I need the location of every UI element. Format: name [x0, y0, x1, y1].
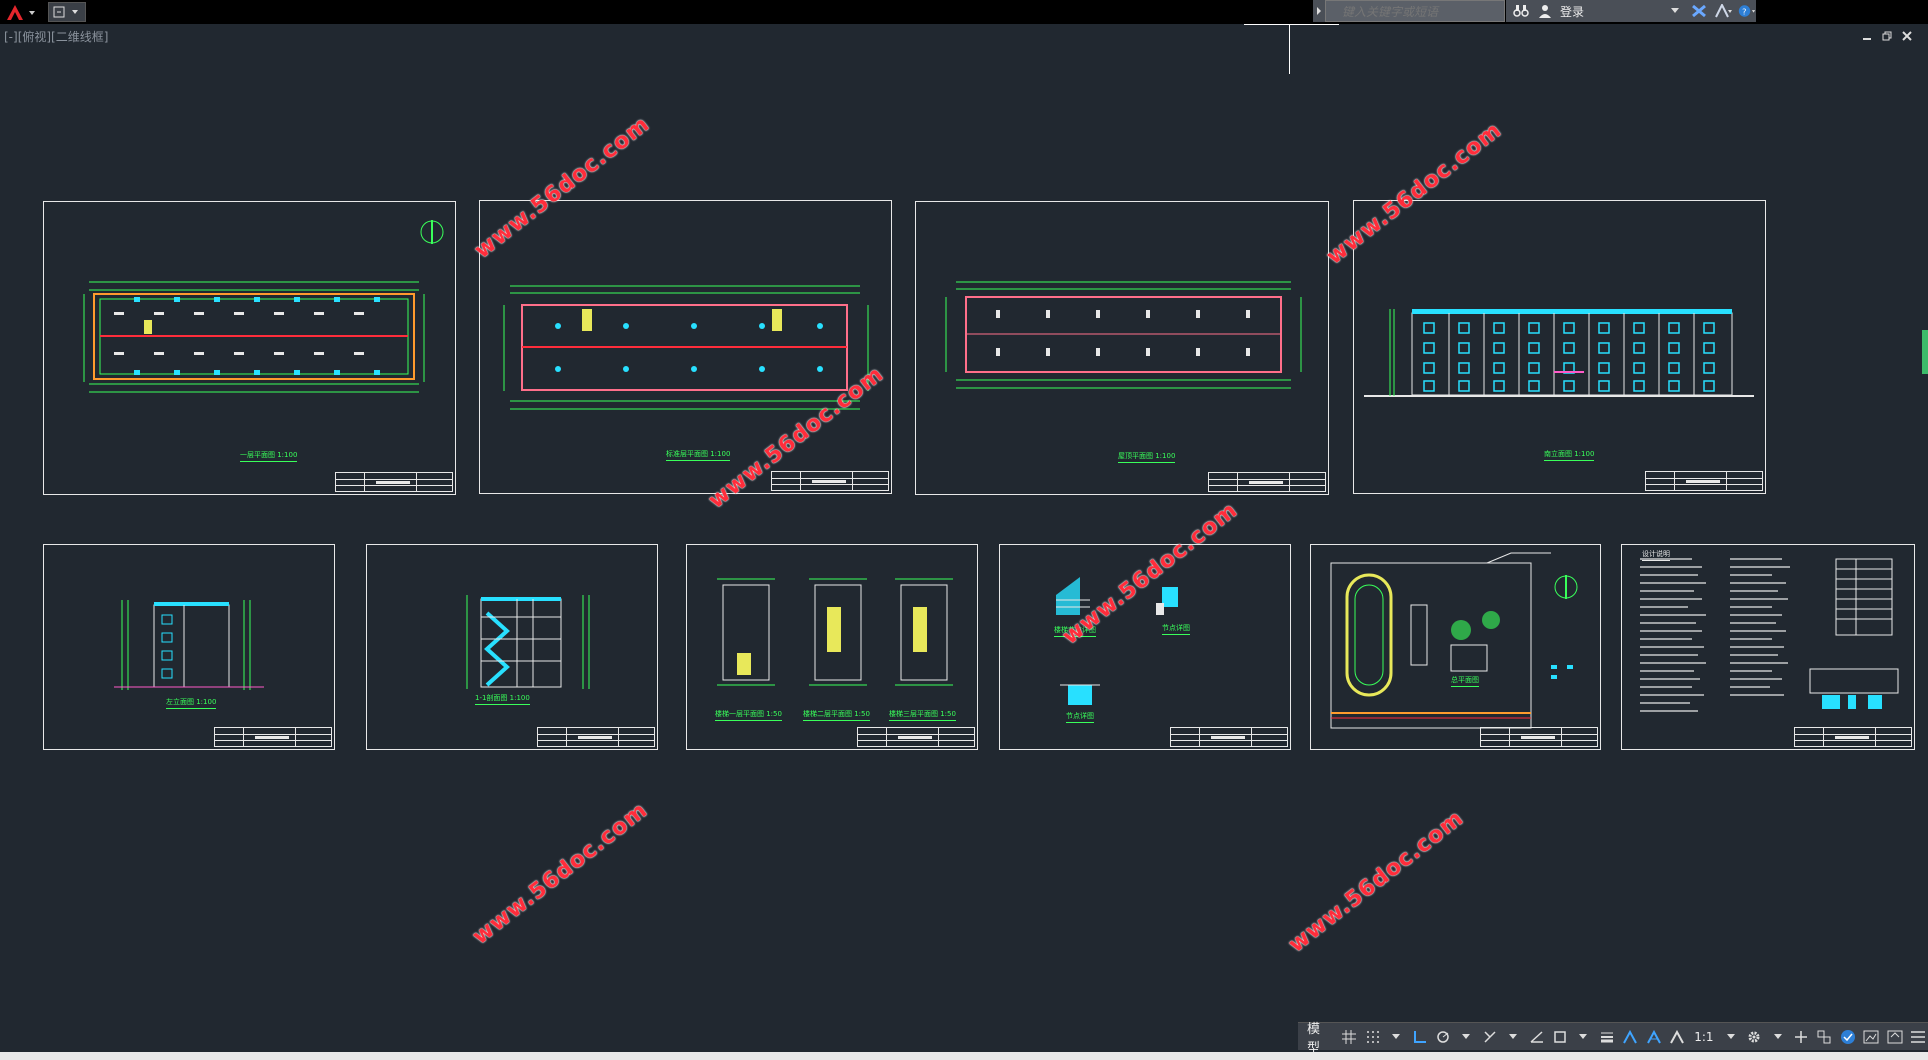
chevron-down-icon[interactable] [1767, 1026, 1787, 1048]
drawing-sheet[interactable]: 屋顶平面图 1:100 [915, 201, 1329, 495]
drawing-sheet[interactable]: 1-1剖面图 1:100 [366, 544, 658, 750]
workspace-icon[interactable] [48, 2, 86, 22]
search-box[interactable] [1325, 0, 1505, 22]
drawing-caption: 标准层平面图 1:100 [666, 449, 731, 461]
model-space-button[interactable]: 模型 [1302, 1018, 1336, 1056]
status-bar: 模型 1:1 [0, 1020, 1928, 1056]
units-icon[interactable] [1814, 1026, 1834, 1048]
chevron-down-icon[interactable] [1386, 1026, 1406, 1048]
clean-screen-icon[interactable] [1884, 1026, 1904, 1048]
drawing-caption: 节点详图 [1162, 623, 1190, 635]
title-block [214, 727, 332, 747]
drawing-caption: 南立面图 1:100 [1544, 449, 1595, 461]
snap-icon[interactable] [1363, 1026, 1383, 1048]
chevron-down-icon[interactable] [1503, 1026, 1523, 1048]
annotation-scale-icon[interactable] [1667, 1026, 1687, 1048]
drawing-caption: 楼梯三层平面图 1:50 [889, 709, 956, 721]
model-space-canvas[interactable]: 一层平面图 1:100 标准层平面图 1:100 屋顶平面图 1:100 南立面… [0, 24, 1928, 1020]
drawing-caption: 总平面图 [1451, 675, 1479, 687]
title-block [1208, 472, 1326, 492]
gear-icon[interactable] [1744, 1026, 1764, 1048]
drawing-caption: 节点详图 [1066, 711, 1094, 723]
login-button[interactable]: 登录 [1560, 3, 1584, 20]
grid-icon[interactable] [1339, 1026, 1359, 1048]
drawing-caption: 一层平面图 1:100 [240, 450, 298, 462]
polar-tracking-icon[interactable] [1433, 1026, 1453, 1048]
plus-icon[interactable] [1791, 1026, 1811, 1048]
object-snap-icon[interactable] [1550, 1026, 1570, 1048]
auto-scale-icon[interactable] [1643, 1026, 1663, 1048]
binoculars-icon[interactable] [1512, 2, 1530, 20]
help-icon[interactable]: ? [1738, 2, 1756, 20]
customization-menu-icon[interactable] [1908, 1026, 1928, 1048]
section-drawing [466, 595, 590, 689]
chevron-down-icon[interactable] [1573, 1026, 1593, 1048]
title-bar: 登录 ? [0, 0, 1928, 24]
ortho-icon[interactable] [1409, 1026, 1429, 1048]
drawing-sheet[interactable]: 设计说明 [1621, 544, 1915, 750]
status-tools: 模型 1:1 [1298, 1022, 1928, 1056]
a360-icon[interactable] [1714, 2, 1732, 20]
isodraft-icon[interactable] [1480, 1026, 1500, 1048]
title-block [335, 472, 453, 492]
isolate-objects-icon[interactable] [1861, 1026, 1881, 1048]
drawing-caption: 左立面图 1:100 [166, 697, 217, 709]
search-input[interactable] [1326, 2, 1504, 22]
side-elevation-drawing [114, 600, 264, 690]
watermark: www.56doc.com [1284, 805, 1469, 958]
annotation-visibility-icon[interactable] [1620, 1026, 1640, 1048]
drawing-sheet[interactable]: 楼梯一层平面图 1:50 楼梯二层平面图 1:50 楼梯三层平面图 1:50 [686, 544, 978, 750]
title-block [1480, 727, 1598, 747]
search-expand-icon[interactable] [1313, 0, 1325, 22]
title-block [1645, 471, 1763, 491]
chevron-down-icon[interactable] [1721, 1026, 1741, 1048]
drawing-caption: 设计说明 [1642, 549, 1670, 561]
title-block [537, 727, 655, 747]
drawing-caption: 屋顶平面图 1:100 [1118, 451, 1176, 463]
drawing-caption: 1-1剖面图 1:100 [475, 693, 530, 705]
drawing-sheet[interactable]: 一层平面图 1:100 [43, 201, 456, 495]
object-snap-tracking-icon[interactable] [1526, 1026, 1546, 1048]
login-area: 登录 ? [1506, 0, 1756, 22]
title-block [857, 727, 975, 747]
lineweight-icon[interactable] [1597, 1026, 1617, 1048]
window-bottom-strip [0, 1052, 1928, 1060]
drawing-sheet[interactable]: 标准层平面图 1:100 [479, 200, 892, 494]
svg-text:?: ? [1742, 6, 1746, 16]
autocad-a-icon[interactable] [2, 2, 42, 22]
title-block [771, 471, 889, 491]
design-notes-drawing [1640, 558, 1899, 712]
drawing-caption: 楼梯一层平面图 1:50 [715, 709, 782, 721]
hardware-acceleration-icon[interactable] [1838, 1026, 1858, 1048]
drawing-sheet[interactable]: 左立面图 1:100 [43, 544, 335, 750]
watermark: www.56doc.com [468, 797, 653, 950]
user-icon[interactable] [1536, 2, 1554, 20]
title-block [1170, 727, 1288, 747]
chevron-down-icon[interactable] [1456, 1026, 1476, 1048]
annotation-scale-value[interactable]: 1:1 [1690, 1030, 1717, 1044]
drawing-caption: 楼梯二层平面图 1:50 [803, 709, 870, 721]
drawing-sheet[interactable]: 南立面图 1:100 [1353, 200, 1766, 494]
exchange-icon[interactable] [1690, 2, 1708, 20]
login-dropdown-icon[interactable] [1666, 2, 1684, 20]
title-block [1794, 727, 1912, 747]
site-plan-drawing [1330, 552, 1578, 729]
drawing-sheet[interactable]: 总平面图 [1310, 544, 1601, 750]
